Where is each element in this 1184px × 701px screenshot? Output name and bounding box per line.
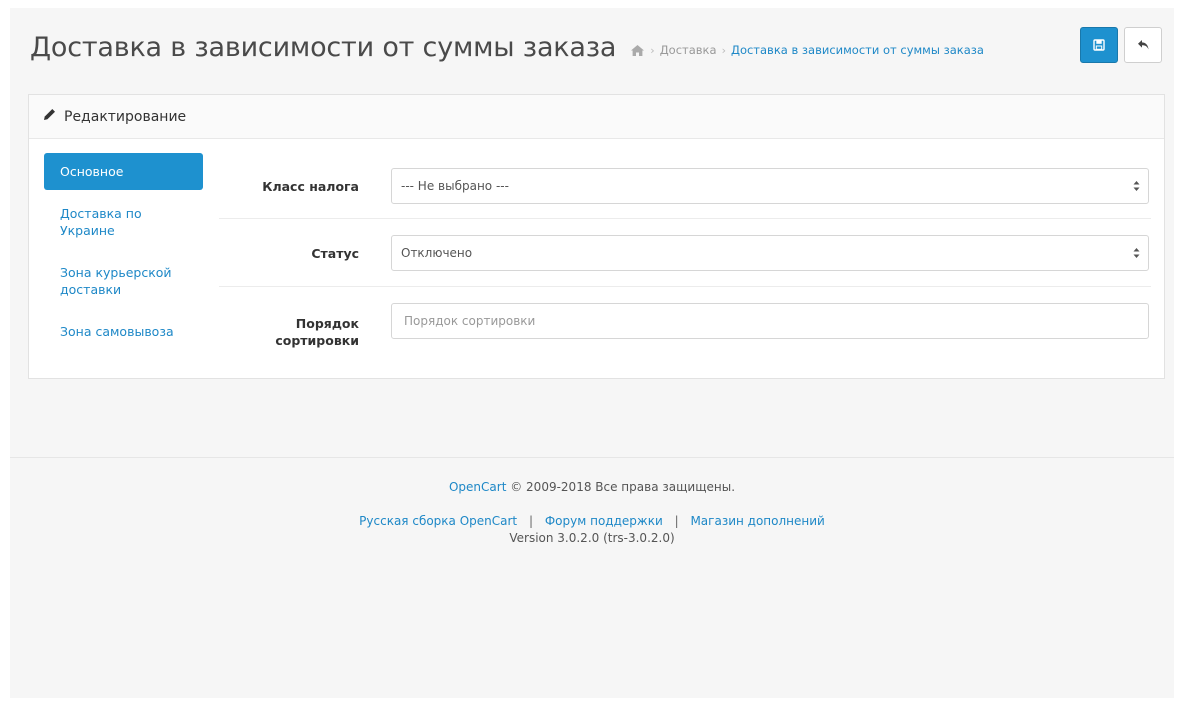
tab-pickup-zone[interactable]: Зона самовывоза xyxy=(44,323,203,340)
breadcrumb-item-current[interactable]: Доставка в зависимости от суммы заказа xyxy=(731,43,984,57)
panel-heading-title: Редактирование xyxy=(64,108,187,125)
footer-links: Русская сборка OpenCart | Форум поддержк… xyxy=(10,514,1174,528)
form-row-sort-order: Порядок сортировки Порядок сортировки xyxy=(219,303,1151,348)
footer-link-russian-build[interactable]: Русская сборка OpenCart xyxy=(359,514,517,528)
footer-copyright: OpenCart © 2009-2018 Все права защищены. xyxy=(10,480,1174,494)
tax-class-select[interactable]: --- Не выбрано --- xyxy=(391,168,1149,204)
tab-main[interactable]: Основное xyxy=(44,153,203,190)
page-title: Доставка в зависимости от суммы заказа xyxy=(30,31,617,63)
sort-order-label: Порядок сортировки xyxy=(275,316,359,348)
breadcrumb-separator: › xyxy=(721,43,726,57)
footer-version: Version 3.0.2.0 (trs-3.0.2.0) xyxy=(509,531,675,545)
tab-delivery-ukraine[interactable]: Доставка по Украине xyxy=(44,205,203,239)
panel-heading: Редактирование xyxy=(29,95,1164,139)
footer-divider xyxy=(10,457,1174,458)
status-value: Отключено xyxy=(401,246,473,260)
status-label: Статус xyxy=(311,246,359,261)
footer-separator: | xyxy=(674,514,679,528)
form-row-status: Статус Отключено xyxy=(219,235,1151,271)
sort-order-placeholder: Порядок сортировки xyxy=(404,314,536,328)
form-row-tax-class: Класс налога --- Не выбрано --- xyxy=(219,168,1151,204)
status-select[interactable]: Отключено xyxy=(391,235,1149,271)
page-header: Доставка в зависимости от суммы заказа ›… xyxy=(30,22,984,72)
edit-panel: Редактирование Основное Доставка по Укра… xyxy=(28,94,1165,379)
back-button[interactable] xyxy=(1124,27,1162,63)
footer-separator: | xyxy=(528,514,534,528)
row-divider xyxy=(219,286,1151,287)
footer-link-extensions-store[interactable]: Магазин дополнений xyxy=(690,514,824,528)
sort-order-input[interactable]: Порядок сортировки xyxy=(391,303,1149,339)
footer-link-support-forum[interactable]: Форум поддержки xyxy=(545,514,663,528)
select-arrows-icon xyxy=(1133,180,1140,195)
breadcrumb-separator: › xyxy=(650,43,655,57)
reply-icon xyxy=(1137,36,1150,55)
breadcrumb-item-delivery[interactable]: Доставка xyxy=(660,43,717,57)
footer-copyright-text: © 2009-2018 Все права защищены. xyxy=(510,480,736,494)
home-icon[interactable] xyxy=(630,44,645,57)
tax-class-value: --- Не выбрано --- xyxy=(401,179,509,193)
tax-class-label: Класс налога xyxy=(262,179,359,194)
settings-tabs: Основное Доставка по Украине Зона курьер… xyxy=(44,153,203,340)
pencil-icon xyxy=(43,108,64,125)
row-divider xyxy=(219,218,1151,219)
save-icon xyxy=(1093,36,1105,55)
tab-courier-zone[interactable]: Зона курьерской доставки xyxy=(44,264,203,298)
footer-brand-link[interactable]: OpenCart xyxy=(449,480,506,494)
breadcrumb: › Доставка › Доставка в зависимости от с… xyxy=(630,43,984,57)
select-arrows-icon xyxy=(1133,247,1140,262)
save-button[interactable] xyxy=(1080,27,1118,63)
